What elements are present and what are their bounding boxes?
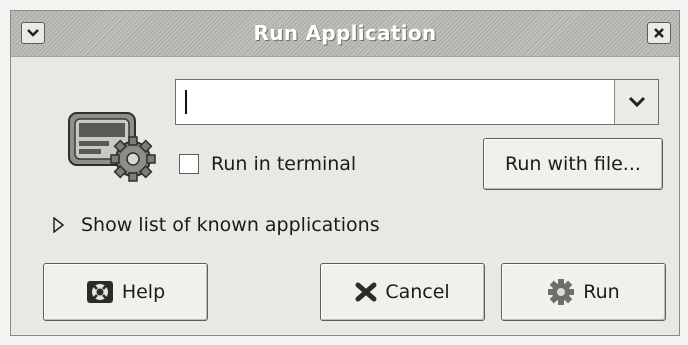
text-cursor [185,90,187,114]
cancel-button[interactable]: Cancel [320,263,485,321]
run-in-terminal-option[interactable]: Run in terminal [179,151,356,177]
triangle-right-icon [53,217,65,233]
run-in-terminal-label: Run in terminal [211,153,357,175]
run-application-dialog: Run Application Run in terminal Run with… [10,10,680,336]
run-with-file-button[interactable]: Run with file... [483,138,663,190]
run-button[interactable]: Run [501,263,666,321]
title-bar[interactable]: Run Application [11,11,679,57]
help-icon [86,280,114,304]
help-button[interactable]: Help [43,263,208,321]
command-dropdown-button[interactable] [614,80,658,124]
gear-icon [547,278,575,306]
show-known-applications-expander[interactable]: Show list of known applications [53,211,380,239]
run-with-file-label: Run with file... [505,153,641,175]
run-application-icon [63,99,163,187]
close-button[interactable] [647,22,671,44]
show-known-applications-label: Show list of known applications [81,214,380,236]
cancel-icon [355,282,377,302]
cancel-label: Cancel [385,281,450,303]
chevron-down-icon [628,96,645,108]
command-input[interactable] [176,80,612,124]
close-icon [654,28,664,38]
run-in-terminal-checkbox[interactable] [179,154,199,174]
command-combobox[interactable] [175,79,659,125]
window-title: Run Application [253,21,437,45]
help-label: Help [121,281,166,303]
run-label: Run [583,281,620,303]
